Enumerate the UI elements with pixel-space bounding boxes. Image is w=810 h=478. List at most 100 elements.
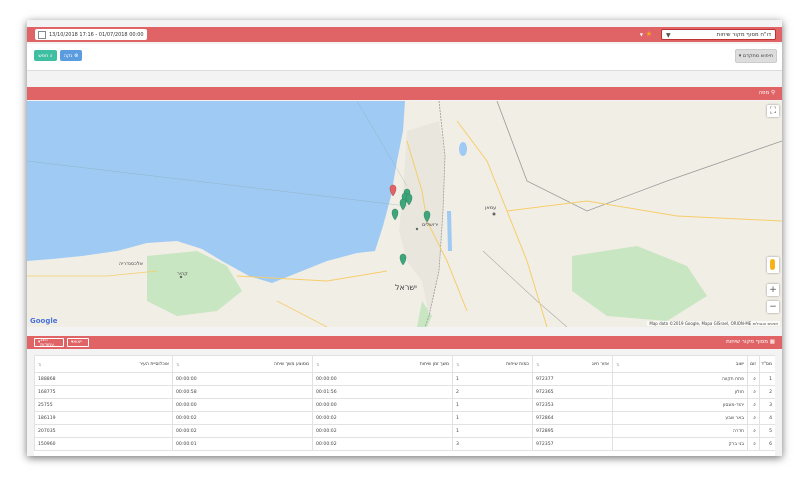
table-row[interactable]: 5 ⌕ חדרה 972895 1 00:00:02 00:00:02 2070… [34, 424, 775, 438]
cell-population: 150960 [34, 437, 173, 451]
table-row[interactable]: 4 ⌕ באר שבע 972864 1 00:00:02 00:00:02 1… [34, 411, 775, 425]
cell-avg-duration: 00:00:01 [172, 437, 313, 451]
date-range-text: 13/10/2018 17:16 - 01/07/2018 00:00 [49, 31, 144, 38]
cell-avg-duration: 00:00:02 [172, 424, 313, 438]
zoom-to-city-icon[interactable]: ⌕ [747, 385, 760, 399]
cell-avg-duration: 00:00:00 [172, 372, 313, 386]
cell-calls-count: 1 [452, 372, 533, 386]
map-label-jerusalem: ירושלים [422, 222, 439, 228]
table-row[interactable]: 1 ⌕ פתח תקווה 972377 1 00:00:00 00:00:00… [34, 372, 775, 386]
cell-calls-duration: 00:00:00 [312, 372, 453, 386]
cell-area-code: 972864 [532, 411, 613, 425]
zoom-out-button[interactable]: − [767, 301, 779, 313]
fullscreen-button[interactable]: ⛶ [767, 105, 779, 117]
report-type-select[interactable]: ▼ דו"ח מסוף מקור שיחות [661, 29, 776, 40]
cell-population: 168775 [34, 385, 173, 399]
clear-icon: ⊗ [74, 52, 79, 59]
cell-index: 6 [759, 437, 775, 451]
col-header-population[interactable]: אוכלוסיית העיר ⇅ [34, 355, 173, 373]
map-canvas [27, 101, 782, 327]
cell-calls-duration: 00:00:02 [312, 411, 453, 425]
table-header-row: מס"ד זום ישוב ⇅ אזור חיוג ⇅ כמות שיחות ⇅ מש… [34, 355, 775, 373]
cell-index: 1 [759, 372, 775, 386]
zoom-to-city-icon[interactable]: ⌕ [747, 411, 760, 425]
cell-index: 4 [759, 411, 775, 425]
zoom-to-city-icon[interactable]: ⌕ [747, 372, 760, 386]
cell-population: 207035 [34, 424, 173, 438]
clear-button[interactable]: נקה ⊗ [60, 50, 82, 61]
cell-city: חדרה [612, 424, 748, 438]
chevron-down-icon: ▾ [738, 53, 742, 59]
columns-toggle-label: הצג עמודות [40, 337, 55, 348]
map-view[interactable]: ישראל עמאן ירושלים אלכסנדריה קהיר ⛶ + − … [27, 101, 782, 327]
report-header-bar: 13/10/2018 17:16 - 01/07/2018 00:00 ▼ ★ … [27, 27, 782, 42]
table-icon: ▦ [769, 339, 775, 345]
export-label: ייצוא [73, 340, 83, 345]
star-icon[interactable]: ★ [646, 30, 652, 38]
table-row[interactable]: 3 ⌕ יהוד-מונסון 972353 1 00:00:00 00:00:… [34, 398, 775, 412]
search-icon: ⌕ [49, 52, 53, 59]
advanced-search-label: חיפוש מתקדם [742, 53, 774, 59]
map-label-israel: ישראל [395, 283, 417, 292]
cell-avg-duration: 00:00:58 [172, 385, 313, 399]
table-section-title: ▦ מסוף מקור שיחות [726, 339, 775, 345]
dropdown-arrow-icon[interactable]: ▼ [640, 32, 643, 37]
col-header-city[interactable]: ישוב ⇅ [612, 355, 748, 373]
cell-population: 25755 [34, 398, 173, 412]
cell-area-code: 972895 [532, 424, 613, 438]
zoom-in-button[interactable]: + [767, 284, 779, 296]
cell-area-code: 972377 [532, 372, 613, 386]
col-header-calls-duration[interactable]: משך זמן שיחות ⇅ [312, 355, 453, 373]
cell-population: 186119 [34, 411, 173, 425]
cell-avg-duration: 00:00:02 [172, 411, 313, 425]
col-header-area-code[interactable]: אזור חיוג ⇅ [532, 355, 613, 373]
cell-calls-duration: 00:00:02 [312, 437, 453, 451]
table-section-header: ▦ מסוף מקור שיחות ▾ הצג עמודות ▾ ייצוא [27, 336, 782, 349]
calendar-icon [38, 30, 46, 39]
map-pin-icon: ⚲ [770, 90, 775, 96]
columns-toggle-button[interactable]: ▾ הצג עמודות [34, 337, 64, 348]
cell-city: באר שבע [612, 411, 748, 425]
map-section-title: ⚲ מפה [758, 90, 775, 96]
map-label-alexandria: אלכסנדריה [119, 261, 144, 267]
cell-city: חולון [612, 385, 748, 399]
col-header-avg-duration[interactable]: ממוצע משך שיחה ⇅ [172, 355, 313, 373]
google-logo: Google [30, 317, 58, 325]
street-view-pegman[interactable] [767, 257, 779, 273]
search-button-label: חפש [38, 52, 49, 59]
col-header-zoom[interactable]: זום [747, 355, 760, 373]
col-header-calls-duration-label: משך זמן שיחות [419, 361, 449, 367]
col-header-calls-count[interactable]: כמות שיחות ⇅ [452, 355, 533, 373]
search-button[interactable]: חפש ⌕ [34, 50, 57, 61]
col-header-calls-count-label: כמות שיחות [506, 361, 529, 367]
date-range-picker[interactable]: 13/10/2018 17:16 - 01/07/2018 00:00 [35, 29, 147, 40]
cell-calls-duration: 00:00:02 [312, 424, 453, 438]
sort-icon: ⇅ [456, 361, 460, 367]
col-header-city-label: ישוב [735, 361, 744, 367]
cell-city: יהוד-מונסון [612, 398, 748, 412]
sort-icon: ⇅ [38, 361, 42, 367]
zoom-to-city-icon[interactable]: ⌕ [747, 437, 760, 451]
col-header-area-code-label: אזור חיוג [591, 361, 609, 367]
sort-icon: ⇅ [176, 361, 180, 367]
map-label-cairo: קהיר [177, 271, 188, 277]
table-row[interactable]: 2 ⌕ חולון 972365 2 00:01:56 00:00:58 168… [34, 385, 775, 399]
col-header-population-label: אוכלוסיית העיר [139, 361, 169, 367]
zoom-to-city-icon[interactable]: ⌕ [747, 424, 760, 438]
results-table-container: מס"ד זום ישוב ⇅ אזור חיוג ⇅ כמות שיחות ⇅ מש… [34, 355, 775, 456]
cell-calls-count: 1 [452, 424, 533, 438]
table-row[interactable]: 6 ⌕ בני ברק 972357 3 00:00:02 00:00:01 1… [34, 437, 775, 451]
col-header-index[interactable]: מס"ד [759, 355, 775, 373]
export-button[interactable]: ▾ ייצוא [67, 338, 89, 347]
zoom-to-city-icon[interactable]: ⌕ [747, 398, 760, 412]
advanced-search-button[interactable]: ▾ חיפוש מתקדם [735, 49, 777, 63]
cell-calls-duration: 00:01:56 [312, 385, 453, 399]
cell-index: 2 [759, 385, 775, 399]
map-attribution: Map data ©2019 Google, Mapa GISrael, ORI… [647, 321, 780, 326]
cell-area-code: 972353 [532, 398, 613, 412]
cell-area-code: 972357 [532, 437, 613, 451]
cell-index: 3 [759, 398, 775, 412]
cell-calls-count: 2 [452, 385, 533, 399]
report-type-value: דו"ח מסוף מקור שיחות [716, 31, 771, 38]
results-table: מס"ד זום ישוב ⇅ אזור חיוג ⇅ כמות שיחות ⇅ מש… [34, 355, 775, 451]
